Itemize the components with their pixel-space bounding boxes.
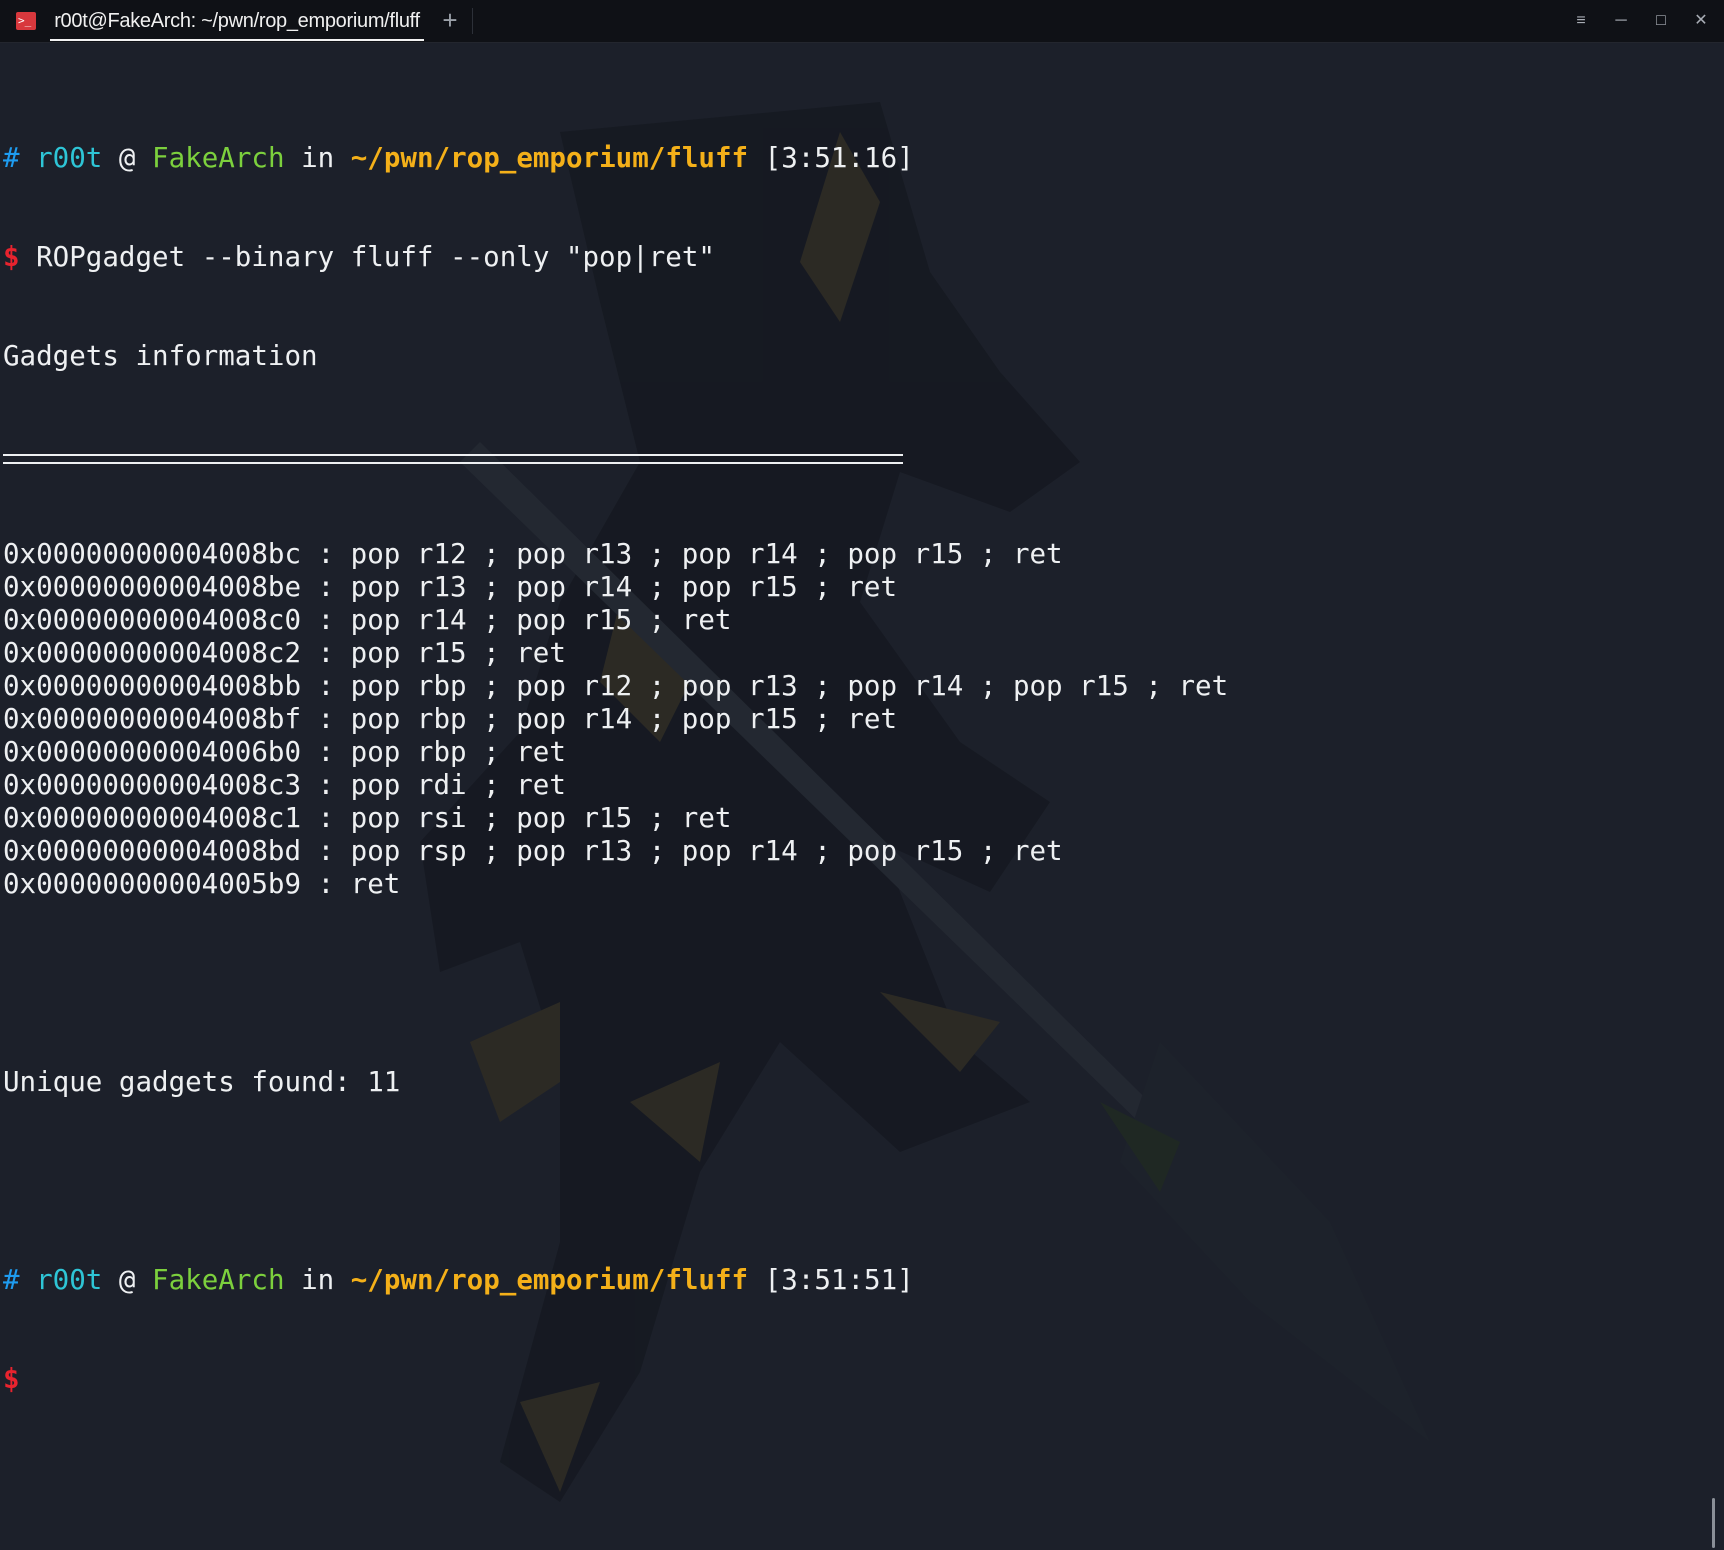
prompt-at: @: [118, 1264, 136, 1296]
prompt-dollar: $: [3, 1363, 20, 1395]
prompt-time: [3:51:16]: [764, 142, 914, 174]
menu-icon[interactable]: ≡: [1566, 8, 1596, 34]
gadget-row: 0x00000000004008c1 : pop rsi ; pop r15 ;…: [3, 802, 732, 834]
prompt-user: r00t: [36, 142, 103, 174]
command-line: $ ROPgadget --binary fluff --only "pop|r…: [3, 241, 1228, 274]
tab-divider: [472, 8, 473, 34]
new-tab-button[interactable]: +: [432, 0, 468, 42]
output-header: Gadgets information: [3, 340, 318, 372]
prompt-host: FakeArch: [152, 1264, 285, 1296]
prompt-in: in: [301, 1264, 335, 1296]
gadget-list: 0x00000000004008bc : pop r12 ; pop r13 ;…: [3, 538, 1228, 901]
prompt-line: # r00t @ FakeArch in ~/pwn/rop_emporium/…: [3, 142, 1228, 175]
prompt-path: ~/pwn/rop_emporium/fluff: [350, 142, 749, 174]
title-bar: >_ r00t@FakeArch: ~/pwn/rop_emporium/flu…: [0, 0, 1724, 43]
summary-line: Unique gadgets found: 11: [3, 1066, 401, 1098]
gadget-row: 0x00000000004008bd : pop rsp ; pop r13 ;…: [3, 835, 1063, 867]
prompt-path: ~/pwn/rop_emporium/fluff: [350, 1264, 749, 1296]
gadget-row: 0x00000000004005b9 : ret: [3, 868, 401, 900]
close-button[interactable]: ✕: [1686, 8, 1716, 34]
prompt-dollar: $: [3, 241, 20, 273]
scrollbar-thumb[interactable]: [1712, 1498, 1715, 1548]
prompt-time: [3:51:51]: [764, 1264, 914, 1296]
gadget-row: 0x00000000004008bf : pop rbp ; pop r14 ;…: [3, 703, 898, 735]
maximize-button[interactable]: □: [1646, 8, 1676, 34]
prompt-line: # r00t @ FakeArch in ~/pwn/rop_emporium/…: [3, 1264, 1228, 1297]
prompt-hash: #: [3, 1264, 20, 1296]
gadget-row: 0x00000000004008c2 : pop r15 ; ret: [3, 637, 566, 669]
prompt-at: @: [118, 142, 136, 174]
prompt-hash: #: [3, 142, 20, 174]
prompt-user: r00t: [36, 1264, 103, 1296]
tab-terminal-session[interactable]: r00t@FakeArch: ~/pwn/rop_emporium/fluff: [50, 0, 424, 41]
terminal-window: >_ r00t@FakeArch: ~/pwn/rop_emporium/flu…: [0, 0, 1724, 1550]
gadget-row: 0x00000000004008bc : pop r12 ; pop r13 ;…: [3, 538, 1063, 570]
prompt-in: in: [301, 142, 335, 174]
terminal-output[interactable]: # r00t @ FakeArch in ~/pwn/rop_emporium/…: [3, 76, 1228, 1462]
gadget-row: 0x00000000004008c0 : pop r14 ; pop r15 ;…: [3, 604, 732, 636]
terminal-app-icon[interactable]: >_: [16, 12, 36, 30]
separator-line: [3, 439, 1228, 472]
command-text: ROPgadget --binary fluff --only "pop|ret…: [36, 241, 715, 273]
minimize-button[interactable]: ─: [1606, 8, 1636, 34]
input-line[interactable]: $: [3, 1363, 1228, 1396]
prompt-host: FakeArch: [152, 142, 285, 174]
gadget-row: 0x00000000004008c3 : pop rdi ; ret: [3, 769, 566, 801]
gadget-row: 0x00000000004006b0 : pop rbp ; ret: [3, 736, 566, 768]
gadget-row: 0x00000000004008be : pop r13 ; pop r14 ;…: [3, 571, 898, 603]
gadget-row: 0x00000000004008bb : pop rbp ; pop r12 ;…: [3, 670, 1229, 702]
